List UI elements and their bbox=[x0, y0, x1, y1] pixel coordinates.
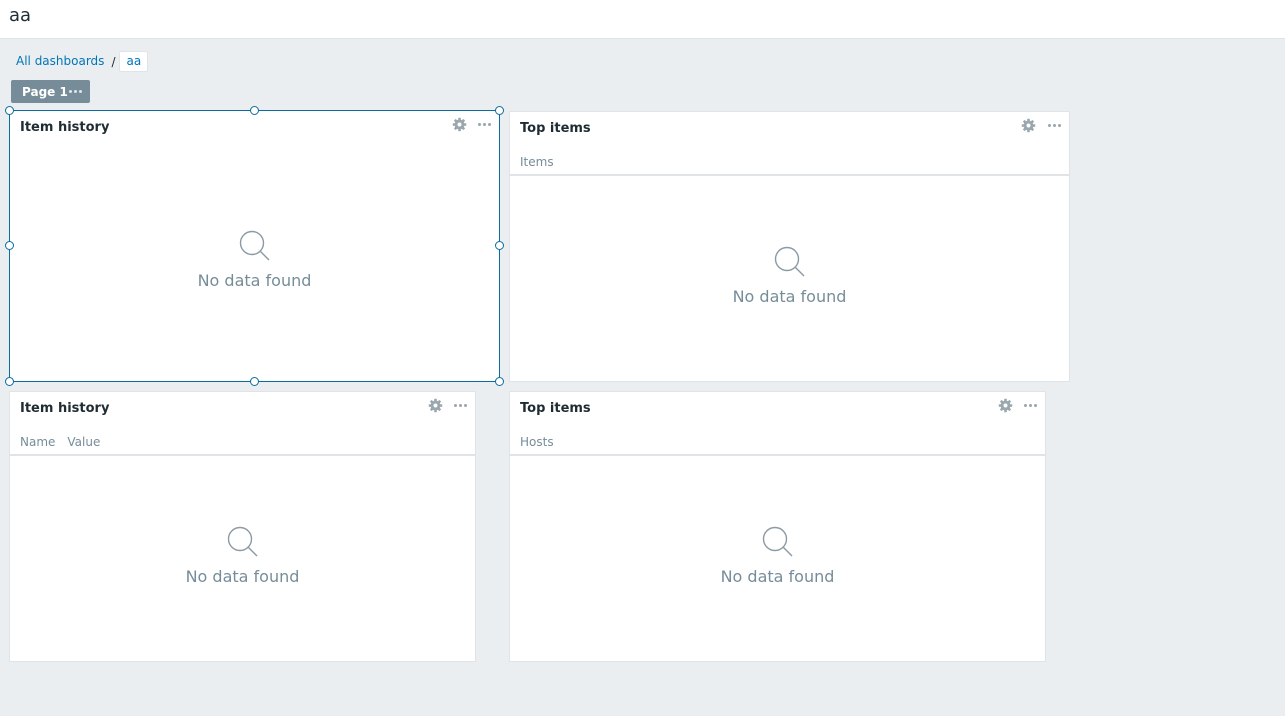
column-header-row: Items bbox=[510, 150, 1069, 176]
magnifier-icon bbox=[239, 230, 269, 261]
column-header-value: Value bbox=[67, 435, 101, 449]
gear-icon[interactable] bbox=[452, 117, 467, 132]
resize-handle-bottom-left[interactable] bbox=[5, 377, 14, 386]
widget-top-items-1[interactable]: Top items Items No data found bbox=[509, 111, 1070, 382]
more-dots-icon[interactable] bbox=[69, 90, 82, 93]
empty-state: No data found bbox=[10, 525, 475, 586]
tab-page-1[interactable]: Page 1 bbox=[11, 80, 90, 103]
column-header-name: Name bbox=[20, 435, 56, 449]
column-header-row: Name Value bbox=[10, 430, 475, 456]
resize-handle-right[interactable] bbox=[495, 241, 504, 250]
gear-icon[interactable] bbox=[1021, 118, 1036, 133]
no-data-text: No data found bbox=[720, 567, 835, 586]
breadcrumb-separator: / bbox=[111, 54, 116, 69]
gear-icon[interactable] bbox=[428, 398, 443, 413]
widget-title: Top items bbox=[520, 401, 591, 416]
no-data-text: No data found bbox=[197, 271, 312, 290]
magnifier-icon bbox=[774, 246, 804, 277]
page-title: aa bbox=[9, 5, 32, 26]
empty-state: No data found bbox=[510, 245, 1069, 306]
tab-page-1-label: Page 1 bbox=[22, 84, 68, 99]
resize-handle-left[interactable] bbox=[5, 241, 14, 250]
column-header-hosts: Hosts bbox=[520, 435, 554, 449]
resize-handle-bottom[interactable] bbox=[250, 377, 259, 386]
more-dots-icon[interactable] bbox=[478, 123, 491, 126]
resize-handle-bottom-right[interactable] bbox=[495, 377, 504, 386]
no-data-text: No data found bbox=[732, 287, 847, 306]
widget-item-history-1[interactable]: Item history No data found bbox=[9, 110, 500, 382]
gear-icon[interactable] bbox=[998, 398, 1013, 413]
more-dots-icon[interactable] bbox=[1048, 124, 1061, 127]
column-header-items: Items bbox=[520, 155, 554, 169]
more-dots-icon[interactable] bbox=[1024, 404, 1037, 407]
resize-handle-top-left[interactable] bbox=[5, 106, 14, 115]
magnifier-icon bbox=[762, 526, 792, 557]
breadcrumb: All dashboards / aa bbox=[10, 51, 149, 72]
magnifier-icon bbox=[227, 526, 257, 557]
widget-title: Top items bbox=[520, 121, 591, 136]
widget-item-history-2[interactable]: Item history Name Value No data found bbox=[9, 391, 476, 662]
column-header-row: Hosts bbox=[510, 430, 1045, 456]
widget-top-items-2[interactable]: Top items Hosts No data found bbox=[509, 391, 1046, 662]
empty-state: No data found bbox=[10, 229, 499, 290]
more-dots-icon[interactable] bbox=[454, 404, 467, 407]
breadcrumb-current-dashboard[interactable]: aa bbox=[119, 51, 149, 72]
widget-title: Item history bbox=[20, 401, 110, 416]
top-header: aa bbox=[0, 0, 1285, 39]
resize-handle-top-right[interactable] bbox=[495, 106, 504, 115]
no-data-text: No data found bbox=[185, 567, 300, 586]
widget-title: Item history bbox=[20, 120, 110, 135]
breadcrumb-all-dashboards[interactable]: All dashboards bbox=[10, 51, 110, 72]
resize-handle-top[interactable] bbox=[250, 106, 259, 115]
empty-state: No data found bbox=[510, 525, 1045, 586]
